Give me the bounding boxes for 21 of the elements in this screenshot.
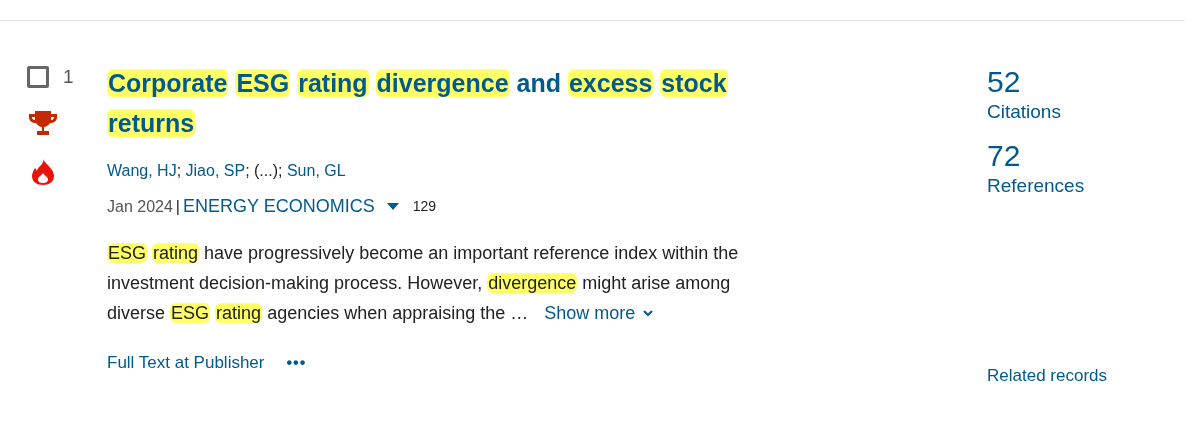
show-more-link[interactable]: Show more [544,298,654,328]
citation-count[interactable]: 52 [987,65,1167,99]
more-options-button[interactable]: ••• [286,350,307,375]
separator-text: | [175,196,180,217]
abstract-text: ESG rating have progressively become an important reference index within the investment decision-making process. However, divergence might arise among diverse ESG rating agencies when appraising the … Show more [107,238,807,328]
caret-icon[interactable] [386,202,399,211]
record-number: 1 [63,65,74,89]
record-title[interactable]: Corporate ESG rating divergence and excess stock returns [107,63,787,143]
chevron-down-icon [643,309,654,317]
publication-date: Jan 2024 [107,196,173,217]
journal-link[interactable]: ENERGY ECONOMICS [183,193,375,220]
checkbox[interactable] [27,66,49,89]
related-records-link[interactable]: Related records [987,363,1167,389]
author-list: Wang, HJ; Jiao, SP; (...); Sun, GL [107,159,807,183]
flame-icon [31,157,55,186]
reference-count[interactable]: 72 [987,139,1167,173]
citations-link[interactable]: Citations [987,99,1167,125]
trophy-icon [28,109,58,136]
full-text-link[interactable]: Full Text at Publisher [107,350,265,376]
references-link[interactable]: References [987,173,1167,199]
journal-count: 129 [412,197,437,216]
